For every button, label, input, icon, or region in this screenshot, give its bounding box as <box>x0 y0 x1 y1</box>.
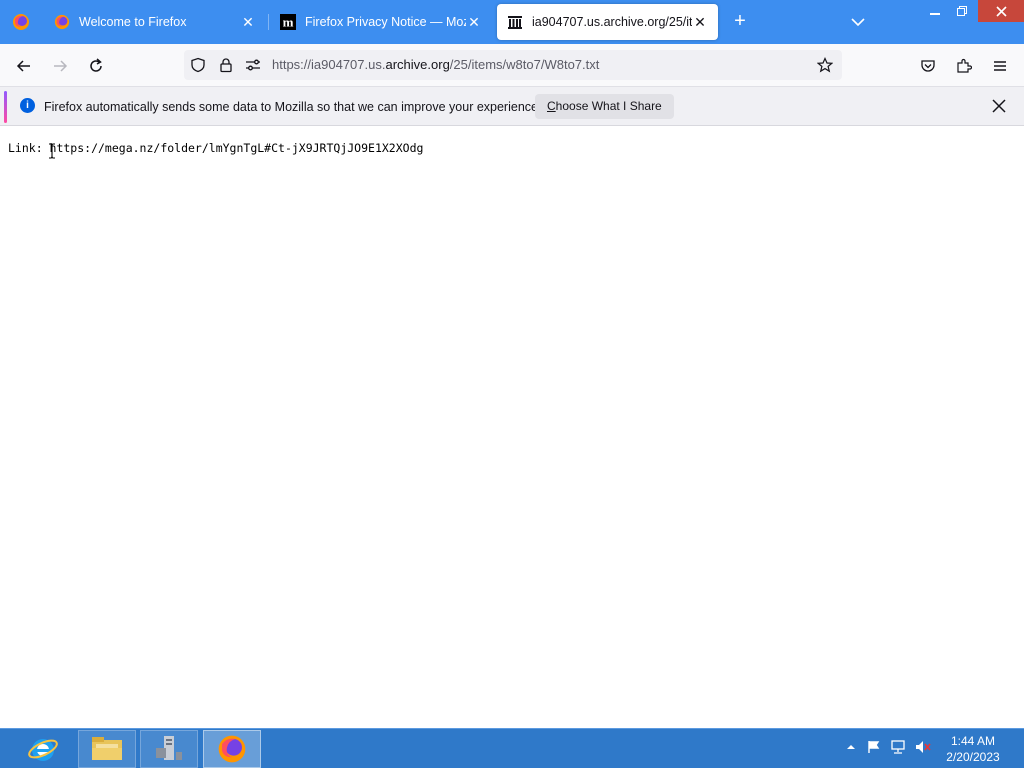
internet-explorer-icon <box>28 739 58 761</box>
tab-title: Welcome to Firefox <box>79 15 187 29</box>
tab-title: Firefox Privacy Notice — Mozilla <box>305 15 466 29</box>
arrow-left-icon <box>16 60 30 72</box>
firefox-taskbar-button[interactable] <box>203 730 261 768</box>
firefox-icon <box>13 14 29 30</box>
back-button[interactable] <box>10 52 38 80</box>
text-file-content: Link: https://mega.nz/folder/lmYgnTgL#Ct… <box>8 141 424 155</box>
extensions-button[interactable] <box>950 52 978 80</box>
new-tab-button[interactable]: + <box>728 10 752 34</box>
volume-muted-icon[interactable] <box>915 739 931 755</box>
choose-what-i-share-button[interactable]: Choose What I Share <box>535 94 674 119</box>
page-content: Link: https://mega.nz/folder/lmYgnTgL#Ct… <box>0 127 1024 728</box>
restore-button[interactable] <box>945 0 979 22</box>
tab-separator <box>268 14 269 30</box>
pocket-icon <box>921 60 935 72</box>
button-label: hoose What I Share <box>555 99 662 113</box>
reload-button[interactable] <box>82 52 110 80</box>
access-key: C <box>547 99 556 113</box>
tab-archive-txt[interactable]: ia904707.us.archive.org/25/items/w8to7/W… <box>497 4 718 40</box>
notification-message: Firefox automatically sends some data to… <box>44 100 542 114</box>
clock-date: 2/20/2023 <box>946 750 1000 764</box>
clock-time: 1:44 AM <box>950 734 996 748</box>
list-all-tabs-button[interactable] <box>848 12 868 32</box>
internet-explorer-taskbar-button[interactable] <box>14 730 72 768</box>
forward-button[interactable] <box>46 52 74 80</box>
firefox-view-button[interactable] <box>0 0 42 44</box>
show-hidden-icons-button[interactable] <box>843 739 859 755</box>
url-path: /25/items/w8to7/W8to7.txt <box>449 57 600 72</box>
info-icon: i <box>20 98 35 113</box>
tab-privacy-notice[interactable]: m Firefox Privacy Notice — Mozilla ✕ <box>270 4 492 40</box>
archive-icon <box>507 14 523 30</box>
url-host: archive.org <box>385 57 450 72</box>
lock-icon[interactable] <box>218 57 234 73</box>
mozilla-m-icon: m <box>280 14 296 30</box>
action-center-icon[interactable] <box>866 739 882 755</box>
computer-icon <box>156 736 182 760</box>
tab-close-icon[interactable]: ✕ <box>466 14 482 30</box>
file-explorer-taskbar-button[interactable] <box>78 730 136 768</box>
close-icon[interactable] <box>990 97 1008 115</box>
tab-close-icon[interactable]: ✕ <box>240 14 256 30</box>
network-icon <box>891 740 905 754</box>
system-tool-taskbar-button[interactable] <box>140 730 198 768</box>
url-text[interactable]: https://ia904707.us.archive.org/25/items… <box>272 57 599 72</box>
address-bar[interactable]: https://ia904707.us.archive.org/25/items… <box>184 50 842 80</box>
system-clock[interactable]: 1:44 AM 2/20/2023 <box>940 733 1006 765</box>
firefox-icon <box>54 14 70 30</box>
flag-icon <box>868 741 880 753</box>
speaker-muted-icon <box>916 741 931 753</box>
plus-icon: + <box>734 10 746 32</box>
notification-accent <box>4 91 7 123</box>
star-icon[interactable] <box>817 57 833 73</box>
close-window-button[interactable] <box>978 0 1024 22</box>
hamburger-menu-icon <box>994 61 1006 71</box>
restore-icon <box>957 6 967 16</box>
close-icon <box>995 5 1007 17</box>
chevron-down-icon <box>851 18 865 27</box>
network-icon[interactable] <box>890 739 906 755</box>
pocket-button[interactable] <box>914 52 942 80</box>
text-cursor-icon <box>49 143 55 159</box>
tab-welcome[interactable]: Welcome to Firefox ✕ <box>44 4 266 40</box>
minimize-icon <box>930 13 940 15</box>
tab-close-icon[interactable]: ✕ <box>692 14 708 30</box>
shield-icon[interactable] <box>190 57 206 73</box>
tab-strip: Welcome to Firefox ✕ m Firefox Privacy N… <box>0 0 1024 44</box>
chevron-up-icon <box>847 745 855 749</box>
puzzle-piece-icon <box>957 58 972 73</box>
reload-icon <box>90 58 102 72</box>
tab-title: ia904707.us.archive.org/25/items/w8to7/W… <box>532 15 692 29</box>
navigation-toolbar: https://ia904707.us.archive.org/25/items… <box>0 44 1024 86</box>
arrow-right-icon <box>54 60 68 72</box>
firefox-icon <box>218 735 246 763</box>
folder-icon <box>92 737 122 760</box>
svg-text:m: m <box>283 15 294 30</box>
data-collection-notification: i Firefox automatically sends some data … <box>0 86 1024 126</box>
windows-taskbar: 1:44 AM 2/20/2023 <box>0 728 1024 768</box>
permissions-icon[interactable] <box>245 57 261 73</box>
menu-button[interactable] <box>986 52 1014 80</box>
url-prefix: https://ia904707.us. <box>272 57 386 72</box>
